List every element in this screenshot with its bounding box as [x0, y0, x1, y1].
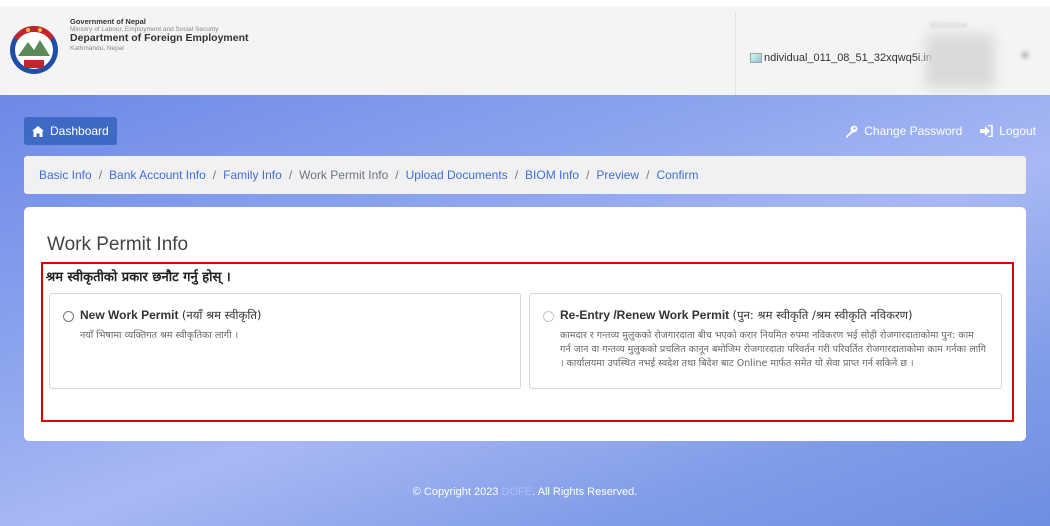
redacted-user-details [926, 34, 994, 88]
work-permit-card: Work Permit Info श्रम स्वीकृतीको प्रकार … [24, 207, 1026, 441]
user-info-blurred: Welcome [914, 18, 1006, 90]
logout-icon [980, 125, 994, 137]
change-password-link[interactable]: Change Password [845, 124, 962, 138]
home-icon [32, 125, 44, 137]
new-work-permit-title-np: (नयाँ श्रम स्वीकृति) [181, 308, 262, 322]
header-branding: Government of Nepal Ministry of Labour, … [0, 12, 735, 101]
new-work-permit-description: नयाँ भिषामा व्यक्तिगत श्रम स्वीकृतिका ला… [80, 330, 239, 341]
breadcrumb-upload-documents[interactable]: Upload Documents [406, 168, 508, 182]
renew-work-permit-title: Re-Entry /Renew Work Permit [560, 308, 730, 322]
top-header: Government of Nepal Ministry of Labour, … [0, 0, 1050, 101]
copyright-suffix: . All Rights Reserved. [532, 486, 638, 498]
welcome-text: Welcome [930, 20, 968, 30]
breadcrumb-work-permit-info: Work Permit Info [299, 168, 389, 182]
page-title: Work Permit Info [47, 234, 189, 255]
renew-work-permit-description: कामदार र गन्तव्य मुलुकको रोजगारदाता बीच … [560, 330, 986, 369]
renew-work-permit-option[interactable]: Re-Entry /Renew Work Permit (पुन: श्रम स… [529, 293, 1002, 389]
logout-label: Logout [999, 124, 1036, 138]
user-menu-icon[interactable] [1019, 49, 1031, 61]
new-work-permit-radio[interactable] [63, 311, 74, 322]
nepal-emblem-logo [10, 26, 58, 74]
government-label: Government of Nepal [70, 17, 146, 26]
change-password-label: Change Password [864, 124, 963, 138]
breadcrumb-preview[interactable]: Preview [596, 168, 639, 182]
dashboard-label: Dashboard [50, 124, 109, 138]
broken-image-icon [750, 53, 762, 63]
renew-work-permit-title-np: (पुन: श्रम स्वीकृति /श्रम स्वीकृति नविकर… [732, 308, 913, 322]
breadcrumb-bank-account-info[interactable]: Bank Account Info [109, 168, 206, 182]
key-icon [846, 125, 858, 138]
copyright-prefix: © Copyright 2023 [412, 486, 499, 498]
department-label: Department of Foreign Employment [70, 32, 249, 45]
dashboard-button[interactable]: Dashboard [24, 117, 117, 145]
location-label: Kathmandu, Nepal [70, 44, 124, 52]
broken-image-alt-text: ndividual_011_08_51_32xqwq5i.in [764, 52, 932, 64]
new-work-permit-option[interactable]: New Work Permit (नयाँ श्रम स्वीकृति) नया… [49, 293, 521, 389]
breadcrumb-family-info[interactable]: Family Info [223, 168, 282, 182]
breadcrumb: Basic Info / Bank Account Info / Family In… [24, 156, 1026, 194]
logout-link[interactable]: Logout [980, 124, 1036, 138]
permit-type-question: श्रम स्वीकृतीको प्रकार छनौट गर्नु होस् । [46, 270, 231, 285]
user-panel: ndividual_011_08_51_32xqwq5i.in Welcome [735, 12, 1050, 101]
dofe-link[interactable]: DOFE [502, 486, 533, 498]
renew-work-permit-radio[interactable] [543, 311, 554, 322]
user-photo-broken-image: ndividual_011_08_51_32xqwq5i.in [750, 52, 932, 64]
footer: © Copyright 2023 DOFE. All Rights Reserv… [0, 486, 1050, 498]
breadcrumb-basic-info[interactable]: Basic Info [39, 168, 92, 182]
navbar: Dashboard Change Password Logout [24, 117, 1036, 145]
new-work-permit-title: New Work Permit [80, 308, 179, 322]
breadcrumb-biom-info[interactable]: BIOM Info [525, 168, 579, 182]
breadcrumb-confirm[interactable]: Confirm [656, 168, 698, 182]
